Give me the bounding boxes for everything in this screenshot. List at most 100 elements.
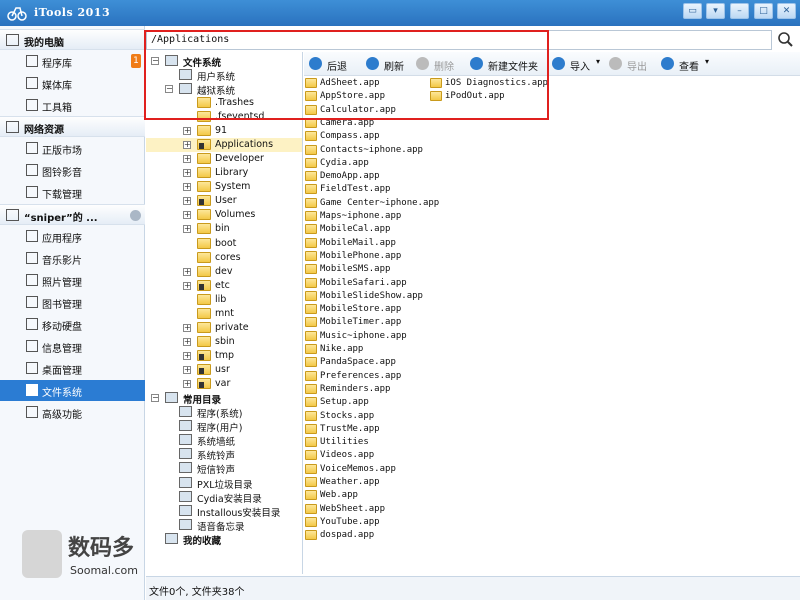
expand-toggle-icon[interactable]: + <box>183 183 191 192</box>
file-name: Maps~iphone.app <box>320 211 402 221</box>
section-my-computer[interactable]: 我的电脑 <box>0 29 145 50</box>
sms-tone-icon <box>179 462 192 474</box>
expand-toggle-icon[interactable]: + <box>183 225 191 234</box>
tree-folder-10[interactable]: boot <box>146 237 302 251</box>
tree-user-system[interactable]: 用户系统 <box>146 68 302 83</box>
tree-folder-8[interactable]: + Volumes <box>146 208 302 222</box>
tree-common-item-4[interactable]: 短信铃声 <box>146 461 302 476</box>
expand-toggle-icon[interactable]: − <box>151 57 159 65</box>
tree-folder-15[interactable]: mnt <box>146 307 302 321</box>
tree-common-item-6[interactable]: Cydia安装目录 <box>146 490 302 505</box>
tree-folder-0[interactable]: .Trashes <box>146 96 302 110</box>
sidebar-item-device-7[interactable]: 文件系统 <box>0 380 145 401</box>
tree-folder-6[interactable]: + System <box>146 180 302 194</box>
tree-common-item-0[interactable]: 程序(系统) <box>146 405 302 420</box>
tree-common-dirs[interactable]: − 常用目录 <box>146 391 302 406</box>
folder-icon <box>305 490 317 501</box>
section-network[interactable]: 网络资源 <box>0 116 145 137</box>
path-input[interactable]: /Applications <box>146 30 772 50</box>
section-device[interactable]: “sniper”的 ... <box>0 204 145 225</box>
tree-folder-5[interactable]: + Library <box>146 166 302 180</box>
expand-toggle-icon[interactable]: + <box>183 141 191 150</box>
sidebar-item-network-2[interactable]: 下载管理 <box>0 182 145 203</box>
tree-label: private <box>215 321 249 333</box>
feedback-button[interactable]: ▭ <box>683 3 702 19</box>
sidebar-item-label: 图书管理 <box>42 300 82 311</box>
folder-icon <box>26 384 38 396</box>
sidebar-item-device-4[interactable]: 移动硬盘 <box>0 314 145 335</box>
sidebar-item-network-1[interactable]: 图铃影音 <box>0 160 145 181</box>
expand-toggle-icon[interactable]: + <box>183 323 191 332</box>
tree-label: tmp <box>215 349 235 361</box>
minimize-button[interactable]: – <box>730 3 749 19</box>
folder-icon <box>197 167 211 179</box>
sidebar-item-device-8[interactable]: 高级功能 <box>0 402 145 423</box>
tree-folder-3[interactable]: + Applications <box>146 138 302 153</box>
tree-folder-19[interactable]: + usr <box>146 363 302 377</box>
tree-folder-20[interactable]: + var <box>146 377 302 391</box>
sidebar-item-label: 工具箱 <box>42 103 72 114</box>
sidebar-item-device-0[interactable]: 应用程序 <box>0 226 145 247</box>
expand-toggle-icon[interactable]: − <box>151 394 159 402</box>
expand-toggle-icon[interactable]: + <box>183 380 191 388</box>
tree-folder-18[interactable]: + tmp <box>146 349 302 363</box>
file-name: Setup.app <box>320 397 369 408</box>
menu-button[interactable]: ▾ <box>706 3 725 19</box>
file-name: VoiceMemos.app <box>320 463 396 474</box>
tree-common-item-1[interactable]: 程序(用户) <box>146 419 302 434</box>
tree-jailbreak-system[interactable]: − 越狱系统 <box>146 82 302 97</box>
expand-toggle-icon[interactable]: + <box>183 267 191 276</box>
tree-folder-13[interactable]: + etc <box>146 279 302 293</box>
sidebar-item-label: 媒体库 <box>42 81 72 92</box>
tree-common-item-5[interactable]: PXL垃圾目录 <box>146 476 302 491</box>
tree-label: 用户系统 <box>197 72 236 83</box>
expand-toggle-icon[interactable]: + <box>183 351 191 360</box>
sidebar-item-computer-2[interactable]: 工具箱 <box>0 95 145 116</box>
maximize-button[interactable]: □ <box>754 3 773 19</box>
expand-toggle-icon[interactable]: + <box>183 337 191 346</box>
sidebar-item-network-0[interactable]: 正版市场 <box>0 138 145 159</box>
tree-label: Library <box>215 167 249 179</box>
expand-toggle-icon[interactable]: + <box>183 365 191 374</box>
folder-icon <box>305 410 317 421</box>
tree-folder-1[interactable]: .fseventsd <box>146 110 302 124</box>
eject-icon[interactable] <box>130 210 141 221</box>
sidebar-item-computer-0[interactable]: 程序库 1 <box>0 51 145 72</box>
sidebar-item-device-1[interactable]: 音乐影片 <box>0 248 145 269</box>
sidebar-item-device-2[interactable]: 照片管理 <box>0 270 145 291</box>
file-name: MobilePhone.app <box>320 250 402 261</box>
sidebar-item-device-3[interactable]: 图书管理 <box>0 292 145 313</box>
folder-icon <box>197 335 211 347</box>
tree-folder-12[interactable]: + dev <box>146 265 302 279</box>
folder-icon <box>197 153 211 165</box>
tree-folder-14[interactable]: lib <box>146 293 302 307</box>
tree-folder-16[interactable]: + private <box>146 321 302 335</box>
file-list: AdSheet.app AppStore.app Calculator.app Cam… <box>304 77 800 574</box>
tree-folder-2[interactable]: +91 <box>146 124 302 138</box>
expand-toggle-icon[interactable]: + <box>183 211 191 220</box>
expand-toggle-icon[interactable]: + <box>183 281 191 290</box>
tree-common-item-2[interactable]: 系统墙纸 <box>146 433 302 448</box>
tree-common-item-7[interactable]: Installous安装目录 <box>146 504 302 519</box>
expand-toggle-icon[interactable]: + <box>183 197 191 206</box>
tree-folder-7[interactable]: + User <box>146 194 302 208</box>
sidebar-item-computer-1[interactable]: 媒体库 <box>0 73 145 94</box>
tree-folder-11[interactable]: cores <box>146 251 302 265</box>
tree-root-filesystem[interactable]: − 文件系统 <box>146 54 302 69</box>
expand-toggle-icon[interactable]: + <box>183 155 191 164</box>
tree-folder-17[interactable]: + sbin <box>146 335 302 349</box>
expand-toggle-icon[interactable]: + <box>183 169 191 178</box>
expand-toggle-icon[interactable]: + <box>183 127 191 136</box>
folder-icon <box>305 91 317 102</box>
sidebar-item-device-5[interactable]: 信息管理 <box>0 336 145 357</box>
folder-icon <box>305 144 317 155</box>
sidebar-item-device-6[interactable]: 桌面管理 <box>0 358 145 379</box>
expand-toggle-icon[interactable]: − <box>165 85 173 93</box>
search-icon[interactable] <box>775 30 797 50</box>
tree-common-item-3[interactable]: 系统铃声 <box>146 447 302 462</box>
folder-icon <box>305 503 317 514</box>
tree-folder-4[interactable]: + Developer <box>146 152 302 166</box>
tree-folder-9[interactable]: + bin <box>146 222 302 236</box>
folder-icon <box>305 197 317 208</box>
close-button[interactable]: ✕ <box>777 3 796 19</box>
